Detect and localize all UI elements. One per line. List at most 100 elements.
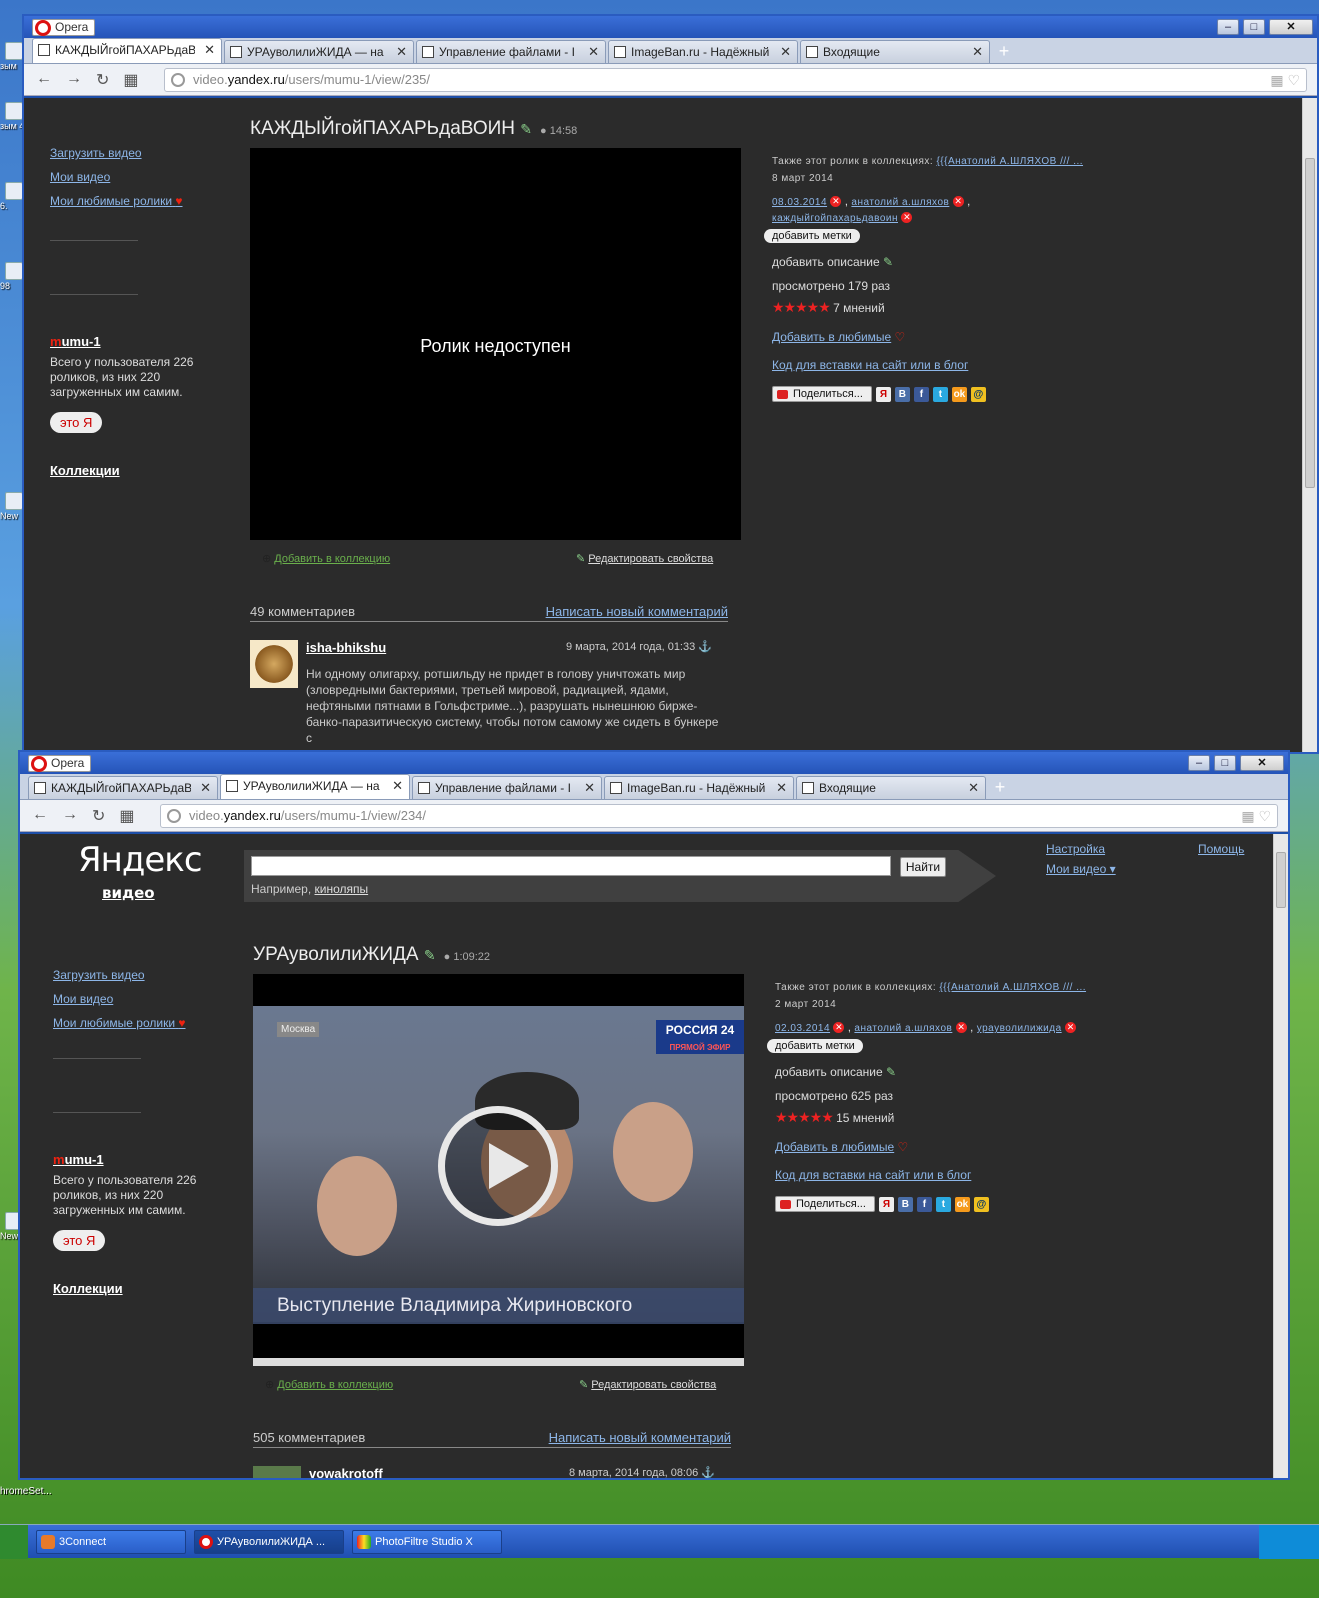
close-tab-icon[interactable]: ✕ <box>584 777 595 799</box>
add-description-link[interactable]: добавить описание <box>775 1065 883 1079</box>
rating-stars[interactable]: ★★★★★ <box>775 1109 834 1125</box>
start-button[interactable] <box>0 1525 28 1559</box>
reload-icon[interactable]: ↻ <box>92 806 105 826</box>
tab-kazhdyi[interactable]: КАЖДЫЙгойПАХАРЬдаВ ✕ <box>32 38 222 63</box>
comment-username[interactable]: isha-bhikshu <box>306 640 386 655</box>
maximize-button[interactable]: □ <box>1243 19 1265 35</box>
scrollbar[interactable] <box>1273 834 1288 1478</box>
upload-video-link[interactable]: Загрузить видео <box>50 146 220 160</box>
remove-tag-icon[interactable]: ✕ <box>1065 1022 1076 1034</box>
remove-tag-icon[interactable]: ✕ <box>952 196 964 208</box>
close-button[interactable]: ✕ <box>1269 19 1313 35</box>
tab-ura[interactable]: УРАуволилиЖИДА — на ✕ <box>220 774 410 799</box>
tab-ura[interactable]: УРАуволилиЖИДА — на ✕ <box>224 40 414 63</box>
add-favorite-link[interactable]: Добавить в любимые <box>772 330 891 344</box>
my-videos-link[interactable]: Мои видео <box>53 992 223 1006</box>
mailru-icon[interactable]: @ <box>970 386 986 402</box>
write-comment-link[interactable]: Написать новый комментарий <box>549 1430 731 1445</box>
username-link[interactable]: mumu-1 <box>50 334 220 349</box>
collection-link[interactable]: {{{Анатолий А.ШЛЯХОВ /// ... <box>939 982 1086 993</box>
taskbar-item[interactable]: PhotoFiltre Studio X <box>352 1530 502 1554</box>
edit-properties-link[interactable]: ✎ Редактировать свойства <box>576 552 713 565</box>
forward-icon[interactable]: → <box>66 70 82 90</box>
forward-icon[interactable]: → <box>62 806 78 826</box>
back-icon[interactable]: ← <box>32 806 48 826</box>
avatar[interactable] <box>253 1466 301 1478</box>
share-button[interactable]: Поделиться... <box>772 386 872 402</box>
favorites-link[interactable]: Мои любимые ролики ♥ <box>53 1016 223 1030</box>
new-tab-button[interactable]: + <box>988 776 1012 799</box>
avatar[interactable] <box>250 640 298 688</box>
add-tags-button[interactable]: добавить метки <box>767 1039 863 1053</box>
close-tab-icon[interactable]: ✕ <box>968 777 979 799</box>
taskbar-item[interactable]: УРАуволилиЖИДА ... <box>194 1530 344 1554</box>
add-tags-button[interactable]: добавить метки <box>764 229 860 243</box>
tab-imageban[interactable]: ImageBan.ru - Надёжный ✕ <box>604 776 794 799</box>
odnoklassniki-icon[interactable]: ok <box>951 386 967 402</box>
rating-stars[interactable]: ★★★★★ <box>772 299 831 315</box>
url-field[interactable]: video.yandex.ru/users/mumu-1/view/234/▦ … <box>160 804 1278 828</box>
new-tab-button[interactable]: + <box>992 40 1016 63</box>
bookmark-heart-icon[interactable]: ▦ ♡ <box>1241 805 1271 827</box>
close-tab-icon[interactable]: ✕ <box>204 39 215 61</box>
add-favorite-link[interactable]: Добавить в любимые <box>775 1140 894 1154</box>
edit-properties-link[interactable]: ✎ Редактировать свойства <box>579 1378 716 1391</box>
tab-files[interactable]: Управление файлами - I ✕ <box>412 776 602 799</box>
reload-icon[interactable]: ↻ <box>96 70 109 90</box>
add-to-collection-link[interactable]: ⊕ Добавить в коллекцию <box>262 552 390 565</box>
embed-code-link[interactable]: Код для вставки на сайт или в блог <box>772 358 968 372</box>
add-description-link[interactable]: добавить описание <box>772 255 880 269</box>
yandex-logo[interactable]: Яндекс <box>78 840 203 880</box>
maximize-button[interactable]: □ <box>1214 755 1236 771</box>
write-comment-link[interactable]: Написать новый комментарий <box>546 604 728 619</box>
video-logo-link[interactable]: видео <box>102 884 155 902</box>
collection-link[interactable]: {{{Анатолий А.ШЛЯХОВ /// ... <box>936 156 1083 167</box>
tag-link[interactable]: каждыйгойпахарьдавоин <box>772 213 898 224</box>
favorites-link[interactable]: Мои любимые ролики ♥ <box>50 194 220 208</box>
edit-pencil-icon[interactable]: ✎ <box>424 947 436 963</box>
tab-kazhdyi[interactable]: КАЖДЫЙгойПАХАРЬдаВ ✕ <box>28 776 218 799</box>
search-button[interactable]: Найти <box>900 857 946 877</box>
tab-imageban[interactable]: ImageBan.ru - Надёжный ✕ <box>608 40 798 63</box>
opera-menu-button[interactable]: Opera <box>28 755 92 772</box>
share-button[interactable]: Поделиться... <box>775 1196 875 1212</box>
close-tab-icon[interactable]: ✕ <box>780 41 791 63</box>
close-tab-icon[interactable]: ✕ <box>396 41 407 63</box>
tab-files[interactable]: Управление файлами - I ✕ <box>416 40 606 63</box>
close-tab-icon[interactable]: ✕ <box>972 41 983 63</box>
my-videos-menu[interactable]: Мои видео ▾ <box>1046 862 1116 876</box>
vk-icon[interactable]: B <box>894 386 910 402</box>
video-player[interactable]: Москва РОССИЯ 24 ПРЯМОЙ ЭФИР Выступление … <box>253 974 744 1366</box>
search-input[interactable] <box>251 856 891 876</box>
tag-link[interactable]: 02.03.2014 <box>775 1023 830 1034</box>
play-icon[interactable] <box>438 1106 558 1226</box>
speed-dial-icon[interactable]: ▦ <box>123 70 138 90</box>
remove-tag-icon[interactable]: ✕ <box>833 1022 845 1034</box>
edit-pencil-icon[interactable]: ✎ <box>520 121 532 137</box>
tag-link[interactable]: урауволилижида <box>977 1023 1062 1034</box>
minimize-button[interactable]: – <box>1217 19 1239 35</box>
tab-inbox[interactable]: Входящие ✕ <box>800 40 990 63</box>
eto-ya-button[interactable]: это Я <box>53 1230 106 1251</box>
video-player[interactable]: Ролик недоступен <box>250 148 741 540</box>
minimize-button[interactable]: – <box>1188 755 1210 771</box>
add-to-collection-link[interactable]: ⊕ Добавить в коллекцию <box>265 1378 393 1391</box>
example-link[interactable]: киноляпы <box>315 882 369 896</box>
twitter-icon[interactable]: t <box>935 1196 951 1212</box>
close-tab-icon[interactable]: ✕ <box>776 777 787 799</box>
facebook-icon[interactable]: f <box>913 386 929 402</box>
help-link[interactable]: Помощь <box>1198 842 1244 856</box>
remove-tag-icon[interactable]: ✕ <box>830 196 842 208</box>
ya-share-icon[interactable]: Я <box>878 1196 894 1212</box>
back-icon[interactable]: ← <box>36 70 52 90</box>
progress-bar[interactable] <box>253 1358 744 1366</box>
tag-link[interactable]: 08.03.2014 <box>772 197 827 208</box>
eto-ya-button[interactable]: это Я <box>50 412 103 433</box>
ya-share-icon[interactable]: Я <box>875 386 891 402</box>
speed-dial-icon[interactable]: ▦ <box>119 806 134 826</box>
close-tab-icon[interactable]: ✕ <box>392 775 403 797</box>
vk-icon[interactable]: B <box>897 1196 913 1212</box>
bookmark-heart-icon[interactable]: ▦ ♡ <box>1270 69 1300 91</box>
url-field[interactable]: video.yandex.ru/users/mumu-1/view/235/▦ … <box>164 68 1307 92</box>
settings-link[interactable]: Настройка <box>1046 842 1105 856</box>
